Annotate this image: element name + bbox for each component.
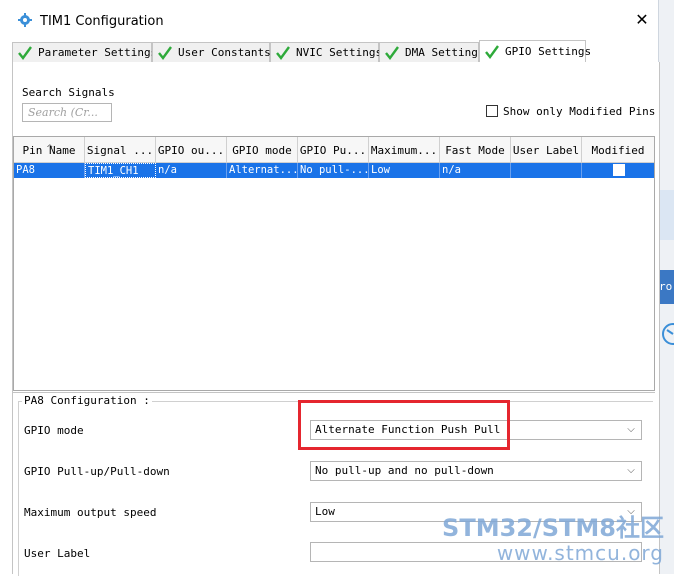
search-label: Search Signals bbox=[22, 86, 115, 99]
cell-gpio-mode: Alternat... bbox=[229, 163, 298, 178]
cell-maximum: Low bbox=[369, 163, 440, 178]
tab-label: DMA Settings bbox=[405, 46, 485, 59]
column-header-text: Maximum... bbox=[370, 144, 438, 157]
max-speed-value: Low bbox=[315, 505, 335, 518]
check-icon bbox=[485, 45, 499, 59]
background-app-strip: ro bbox=[658, 0, 674, 574]
tab-dma-settings[interactable]: DMA Settings bbox=[379, 42, 484, 62]
clock-icon bbox=[662, 323, 674, 345]
check-icon bbox=[385, 46, 399, 60]
title-bar: TIM1 Configuration ✕ bbox=[0, 0, 674, 38]
table-row[interactable]: PA8 TIM1_CH1 n/a Alternat... No pull-...… bbox=[14, 163, 654, 178]
max-speed-label: Maximum output speed bbox=[24, 506, 157, 519]
sort-up-icon: ^ bbox=[46, 144, 54, 154]
chevron-down-icon: ⌵ bbox=[627, 506, 635, 517]
column-header-text: Modified bbox=[591, 144, 645, 157]
table-header: ^ Pin Name Signal ... GPIO ou... GPIO mo… bbox=[14, 137, 654, 163]
gpio-pull-value: No pull-up and no pull-down bbox=[315, 464, 494, 477]
cell-gpio-output: n/a bbox=[156, 163, 227, 178]
check-icon bbox=[276, 46, 290, 60]
gpio-pull-label: GPIO Pull-up/Pull-down bbox=[24, 465, 170, 478]
column-header-text: User Label bbox=[512, 144, 580, 157]
app-gear-icon bbox=[18, 13, 32, 27]
max-speed-select[interactable]: Low ⌵ bbox=[310, 502, 642, 522]
tab-nvic-settings[interactable]: NVIC Settings bbox=[270, 42, 383, 62]
background-button-text: ro bbox=[659, 280, 673, 293]
tab-label: GPIO Settings bbox=[505, 45, 592, 58]
tab-gpio-settings[interactable]: GPIO Settings bbox=[479, 40, 591, 63]
tab-label: Parameter Settings bbox=[38, 46, 158, 59]
close-icon: ✕ bbox=[635, 10, 649, 29]
column-header-text: Signal ... bbox=[86, 144, 154, 157]
column-header-text: Fast Mode bbox=[445, 144, 505, 157]
tab-bar: Parameter Settings User Constants NVIC S… bbox=[12, 40, 658, 63]
column-header-text: GPIO Pu... bbox=[299, 144, 367, 157]
column-header-text: GPIO ou... bbox=[157, 144, 225, 157]
column-header-fast-mode[interactable]: Fast Mode bbox=[440, 137, 511, 162]
column-header-gpio-pull[interactable]: GPIO Pu... bbox=[298, 137, 369, 162]
column-header-pin-name[interactable]: ^ Pin Name bbox=[14, 137, 85, 162]
user-label-label: User Label bbox=[24, 547, 91, 560]
column-header-text: GPIO mode bbox=[232, 144, 292, 157]
cell-fast-mode: n/a bbox=[440, 163, 511, 178]
check-icon bbox=[158, 46, 172, 60]
pin-table: ^ Pin Name Signal ... GPIO ou... GPIO mo… bbox=[13, 136, 655, 391]
background-panel bbox=[659, 190, 674, 240]
cell-gpio-pull: No pull-... bbox=[300, 163, 369, 178]
gpio-mode-value: Alternate Function Push Pull bbox=[315, 423, 501, 436]
window-title: TIM1 Configuration bbox=[40, 14, 164, 29]
user-label-input[interactable] bbox=[310, 542, 642, 562]
show-modified-label: Show only Modified Pins bbox=[503, 105, 656, 118]
search-input[interactable]: Search (Cr... bbox=[22, 103, 112, 122]
show-modified-checkbox[interactable] bbox=[486, 105, 498, 117]
cell-user-label bbox=[511, 163, 582, 178]
tab-user-constants[interactable]: User Constants bbox=[152, 42, 271, 62]
column-header-modified[interactable]: Modified bbox=[582, 137, 654, 162]
chevron-down-icon: ⌵ bbox=[627, 465, 635, 476]
background-button: ro bbox=[659, 270, 674, 304]
column-header-user-label[interactable]: User Label bbox=[511, 137, 582, 162]
column-header-signal[interactable]: Signal ... bbox=[85, 137, 156, 162]
modified-checkbox[interactable] bbox=[613, 164, 625, 176]
column-header-gpio-output[interactable]: GPIO ou... bbox=[156, 137, 227, 162]
tab-label: User Constants bbox=[178, 46, 271, 59]
gpio-mode-label: GPIO mode bbox=[24, 424, 84, 437]
column-header-maximum[interactable]: Maximum... bbox=[369, 137, 440, 162]
check-icon bbox=[18, 46, 32, 60]
cell-pin-name: PA8 bbox=[14, 163, 85, 178]
gpio-pull-select[interactable]: No pull-up and no pull-down ⌵ bbox=[310, 461, 642, 481]
config-title: PA8 Configuration : bbox=[22, 394, 152, 407]
tab-parameter-settings[interactable]: Parameter Settings bbox=[12, 42, 157, 62]
close-button[interactable]: ✕ bbox=[634, 12, 650, 28]
chevron-down-icon: ⌵ bbox=[627, 424, 635, 435]
tab-label: NVIC Settings bbox=[296, 46, 383, 59]
gpio-mode-select[interactable]: Alternate Function Push Pull ⌵ bbox=[310, 420, 642, 440]
column-header-gpio-mode[interactable]: GPIO mode bbox=[227, 137, 298, 162]
cell-signal: TIM1_CH1 bbox=[85, 163, 156, 178]
